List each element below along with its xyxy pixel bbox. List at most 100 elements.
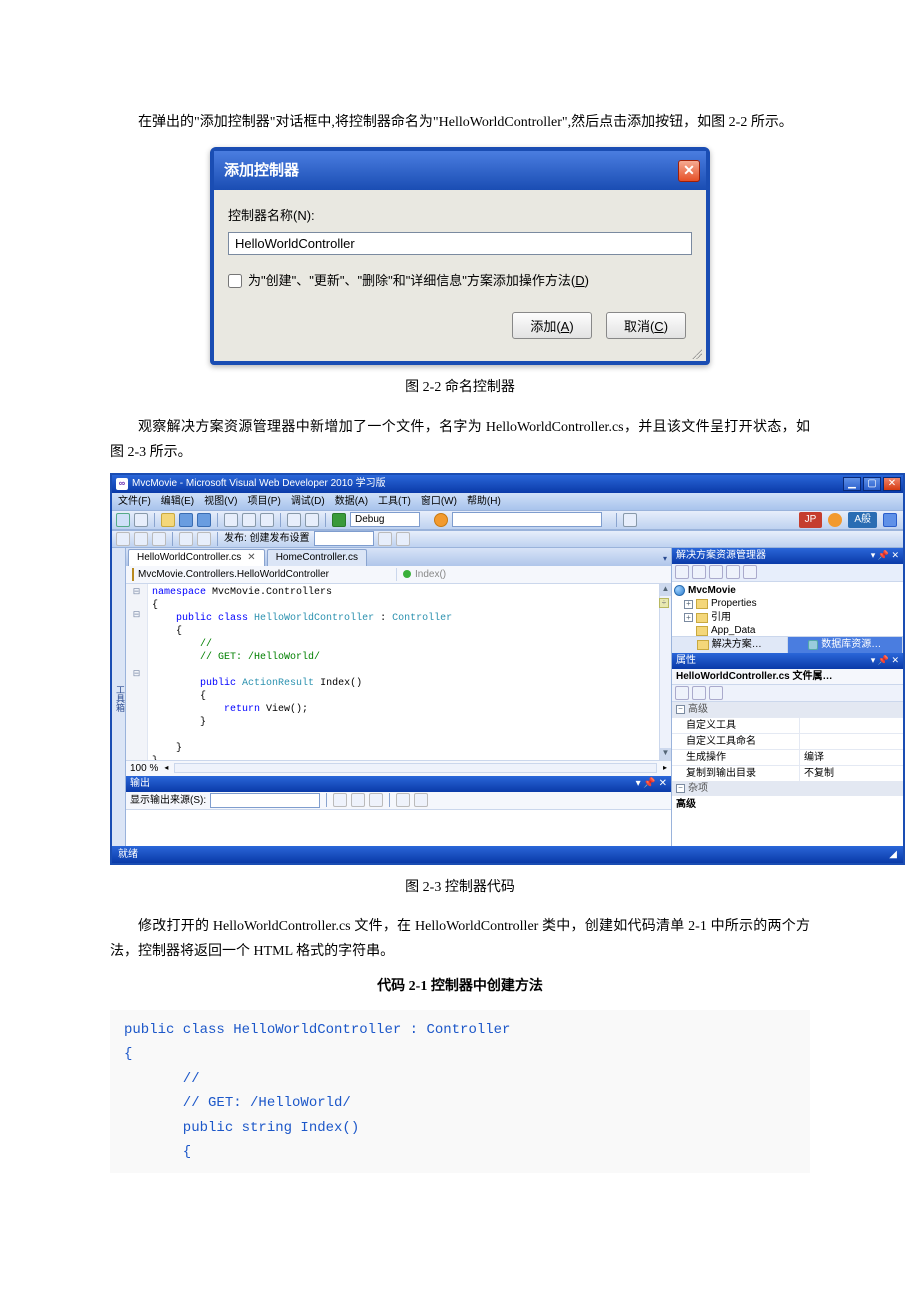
save-icon[interactable] — [179, 513, 193, 527]
toolbar-icon[interactable] — [623, 513, 637, 527]
ime-lang-badge[interactable]: JP — [799, 512, 823, 528]
separator-icon — [616, 513, 617, 527]
toolbox-strip[interactable]: 工具箱 — [112, 548, 126, 846]
tool-icon[interactable] — [675, 565, 689, 579]
maximize-icon[interactable]: ▢ — [863, 477, 881, 491]
fold-gutter[interactable]: ⊟ ⊟ ⊟ — [126, 584, 148, 760]
horizontal-scrollbar[interactable] — [174, 763, 657, 773]
menu-file[interactable]: 文件(F) — [118, 495, 151, 508]
code-editor[interactable]: ⊟ ⊟ ⊟ namespace MvcMovie.Controllers { p… — [126, 584, 671, 760]
controller-name-input[interactable] — [228, 232, 692, 255]
panel-controls-icon[interactable]: ▾ 📌 ✕ — [871, 655, 899, 667]
sort-icon[interactable] — [692, 686, 706, 700]
tool-icon[interactable] — [692, 565, 706, 579]
code-text[interactable]: namespace MvcMovie.Controllers { public … — [148, 584, 659, 760]
tool-icon[interactable] — [709, 565, 723, 579]
tool-icon[interactable] — [152, 532, 166, 546]
ide-window: ∞ MvcMovie - Microsoft Visual Web Develo… — [110, 473, 905, 865]
explorer-bottom-tabs: 解决方案… 数据库资源… — [672, 636, 903, 653]
tab-close-icon[interactable]: ✕ — [247, 551, 255, 564]
menu-edit[interactable]: 编辑(E) — [161, 495, 194, 508]
find-select[interactable] — [452, 512, 602, 527]
paste-icon[interactable] — [260, 513, 274, 527]
type-selector[interactable]: MvcMovie.Controllers.HelloWorldControlle… — [128, 568, 397, 581]
copy-icon[interactable] — [242, 513, 256, 527]
close-icon[interactable]: ✕ — [678, 160, 700, 182]
expand-icon[interactable]: + — [684, 600, 693, 609]
tool-icon[interactable] — [351, 793, 365, 807]
expand-icon[interactable]: + — [684, 613, 693, 622]
redo-icon[interactable] — [305, 513, 319, 527]
close-icon[interactable]: ✕ — [883, 477, 901, 491]
add-actions-checkbox-row: 为"创建"、"更新"、"删除"和"详细信息"方案添加操作方法(D) — [228, 269, 692, 292]
split-icon[interactable]: ÷ — [659, 598, 669, 608]
add-item-icon[interactable] — [134, 513, 148, 527]
chevron-left-icon[interactable]: ◂ — [164, 763, 168, 773]
menu-view[interactable]: 视图(V) — [204, 495, 237, 508]
tab-home[interactable]: HomeController.cs — [267, 549, 367, 566]
properties-subject[interactable]: HelloWorldController.cs 文件属… — [672, 669, 903, 685]
tool-icon[interactable] — [197, 532, 211, 546]
panel-controls-icon[interactable]: ▾ 📌 ✕ — [871, 550, 899, 562]
menu-debug[interactable]: 调试(D) — [291, 495, 325, 508]
tab-database-explorer[interactable]: 数据库资源… — [788, 637, 904, 653]
member-selector[interactable]: Index() — [397, 568, 669, 581]
tool-icon[interactable] — [709, 686, 723, 700]
tool-icon[interactable] — [414, 793, 428, 807]
cut-icon[interactable] — [224, 513, 238, 527]
resize-grip-icon[interactable]: ◢ — [889, 848, 897, 861]
ime-extra-icon[interactable] — [883, 513, 897, 527]
panel-controls-icon[interactable]: ▾ 📌 ✕ — [636, 777, 667, 790]
browser-icon[interactable] — [434, 513, 448, 527]
solution-explorer-header[interactable]: 解决方案资源管理器 ▾ 📌 ✕ — [672, 548, 903, 564]
categorize-icon[interactable] — [675, 686, 689, 700]
ime-mode-text[interactable]: A般 — [848, 512, 877, 528]
tool-icon[interactable] — [726, 565, 740, 579]
collapse-icon[interactable]: − — [676, 784, 685, 793]
menu-data[interactable]: 数据(A) — [335, 495, 368, 508]
ide-main-area: HelloWorldController.cs✕ HomeController.… — [126, 548, 671, 846]
tab-helloworld[interactable]: HelloWorldController.cs✕ — [128, 549, 265, 566]
tool-icon[interactable] — [396, 532, 410, 546]
scroll-down-icon[interactable]: ▼ — [660, 748, 671, 760]
zoom-level[interactable]: 100 % — [130, 762, 158, 775]
undo-icon[interactable] — [287, 513, 301, 527]
ime-mode-icon[interactable] — [828, 513, 842, 527]
scroll-up-icon[interactable]: ▲ — [660, 584, 671, 596]
properties-grid[interactable]: −高级 自定义工具 自定义工具命名 生成操作编译 复制到输出目录不复制 −杂项 — [672, 702, 903, 796]
vertical-scrollbar[interactable]: ▲ ÷ ▼ — [659, 584, 671, 760]
start-icon[interactable] — [332, 513, 346, 527]
new-project-icon[interactable] — [116, 513, 130, 527]
menu-project[interactable]: 项目(P) — [247, 495, 280, 508]
output-panel-body[interactable] — [126, 810, 671, 846]
refresh-icon[interactable] — [743, 565, 757, 579]
output-panel-header[interactable]: 输出 ▾ 📌 ✕ — [126, 776, 671, 792]
publish-select[interactable] — [314, 531, 374, 546]
save-all-icon[interactable] — [197, 513, 211, 527]
collapse-icon[interactable]: − — [676, 705, 685, 714]
tool-icon[interactable] — [378, 532, 392, 546]
tab-overflow-icon[interactable]: ▾ — [659, 552, 671, 566]
tool-icon[interactable] — [116, 532, 130, 546]
tab-solution-explorer[interactable]: 解决方案… — [672, 637, 788, 653]
menu-window[interactable]: 窗口(W) — [421, 495, 457, 508]
class-icon — [132, 568, 134, 581]
tool-icon[interactable] — [333, 793, 347, 807]
tool-icon[interactable] — [369, 793, 383, 807]
resize-grip-icon[interactable] — [214, 349, 706, 361]
output-source-select[interactable] — [210, 793, 320, 808]
cancel-button[interactable]: 取消(C) — [606, 312, 686, 339]
tool-icon[interactable] — [396, 793, 410, 807]
tool-icon[interactable] — [134, 532, 148, 546]
config-select[interactable]: Debug — [350, 512, 420, 527]
solution-tree[interactable]: MvcMovie +Properties +引用 App_Data +Conte… — [672, 582, 903, 636]
add-button[interactable]: 添加(A) — [512, 312, 592, 339]
minimize-icon[interactable]: ▁ — [843, 477, 861, 491]
menu-tools[interactable]: 工具(T) — [378, 495, 411, 508]
properties-header[interactable]: 属性 ▾ 📌 ✕ — [672, 653, 903, 669]
menu-help[interactable]: 帮助(H) — [467, 495, 501, 508]
tool-icon[interactable] — [179, 532, 193, 546]
open-icon[interactable] — [161, 513, 175, 527]
chevron-right-icon[interactable]: ▸ — [663, 763, 667, 773]
add-actions-checkbox[interactable] — [228, 274, 242, 288]
